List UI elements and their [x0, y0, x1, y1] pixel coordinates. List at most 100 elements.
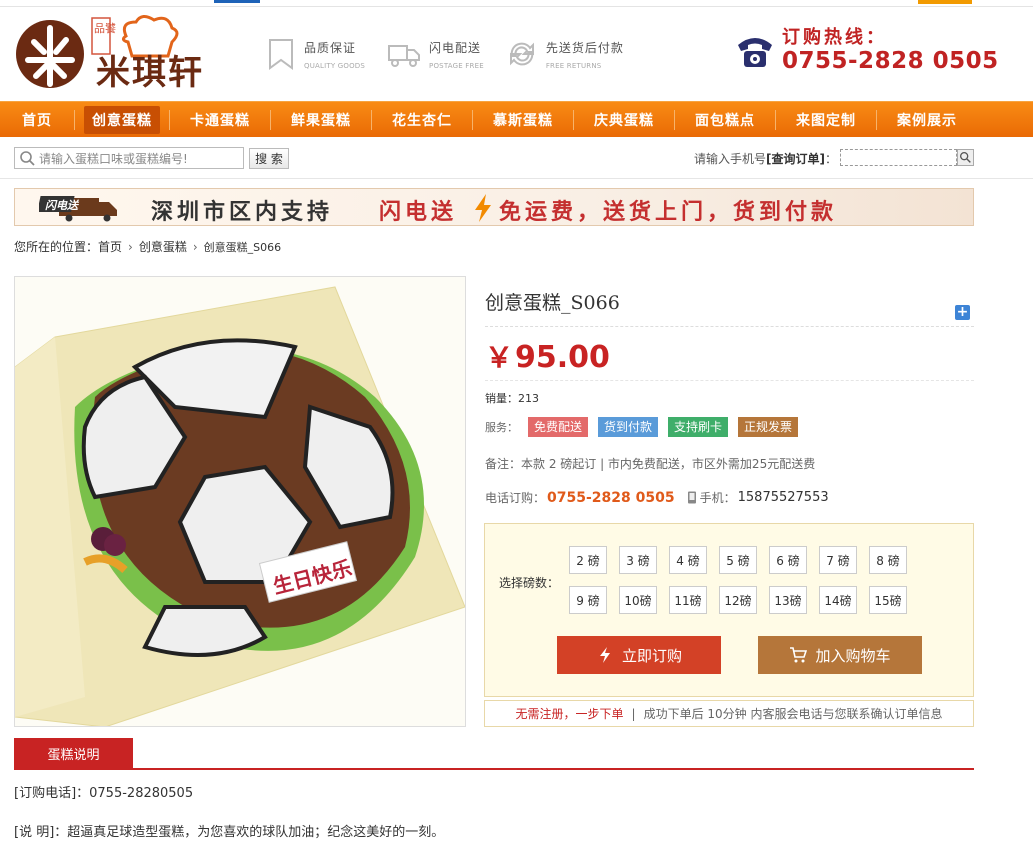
truck-icon	[388, 45, 421, 67]
nav-label: 鲜果蛋糕	[291, 113, 351, 129]
search-button[interactable]: 搜 索	[249, 148, 289, 169]
add-to-cart-label: 加入购物车	[815, 646, 891, 665]
logo-icon: 品饕 米琪轩	[16, 15, 204, 93]
weight-option[interactable]: 5 磅	[719, 546, 757, 574]
nav-label: 来图定制	[796, 113, 856, 129]
order-query-strong: [查询订单]	[766, 152, 825, 166]
weight-option[interactable]: 8 磅	[869, 546, 907, 574]
site-logo[interactable]: 品饕 米琪轩	[14, 14, 224, 94]
feature-label: 品质保证	[304, 40, 357, 55]
lightning-icon	[475, 194, 491, 222]
hotline: 订购热线： 0755-2828 0505	[736, 28, 999, 74]
nav-item-fruit-cake[interactable]: 鲜果蛋糕	[271, 102, 371, 138]
product-image[interactable]: 生日快乐	[14, 276, 466, 727]
chevron-right-icon: ›	[192, 239, 198, 254]
weight-option[interactable]: 11磅	[669, 586, 707, 614]
divider	[485, 326, 974, 327]
nav-item-creative-cake[interactable]: 创意蛋糕	[75, 102, 169, 138]
nav-item-peanut-almond[interactable]: 花生杏仁	[372, 102, 472, 138]
price-value: 95.00	[515, 340, 610, 375]
tab-cake-description[interactable]: 蛋糕说明	[14, 738, 133, 768]
breadcrumb-home[interactable]: 首页	[98, 238, 122, 255]
buy-now-button[interactable]: 立即订购	[557, 636, 721, 674]
mobile-label: 手机：	[699, 491, 736, 505]
order-query-search-icon[interactable]	[957, 149, 974, 166]
top-strip	[0, 0, 1033, 7]
nav-item-celebration-cake[interactable]: 庆典蛋糕	[574, 102, 674, 138]
weight-label: 选择磅数：	[499, 576, 560, 590]
tab-underline	[14, 768, 974, 770]
breadcrumb-category[interactable]: 创意蛋糕	[139, 238, 187, 255]
feature-delivery: 闪电配送 POSTAGE FREE	[387, 36, 484, 72]
service-tag: 正规发票	[738, 417, 799, 437]
phone-number: 0755-2828 0505	[547, 489, 675, 506]
order-query-input[interactable]	[840, 149, 957, 166]
nav-label: 首页	[22, 113, 52, 129]
banner-text-3: 免运费，送货上门，货到付款	[499, 200, 838, 225]
nav-label: 慕斯蛋糕	[493, 113, 553, 129]
search-placeholder: 请输入蛋糕口味或蛋糕编号!	[39, 151, 188, 166]
nav-label: 面包糕点	[695, 113, 755, 129]
nav-item-custom[interactable]: 来图定制	[776, 102, 876, 138]
order-note: 备注：本款 2 磅起订 | 市内免费配送，市区外需加25元配送费	[485, 457, 816, 471]
banner-text-2: 闪电送	[379, 200, 458, 225]
phone-order: 电话订购： 0755-2828 0505 手机： 15875527553	[485, 489, 829, 506]
add-to-cart-button[interactable]: 加入购物车	[758, 636, 922, 674]
weight-option[interactable]: 10磅	[619, 586, 657, 614]
weight-option[interactable]: 13磅	[769, 586, 807, 614]
logo-name: 米琪轩	[96, 53, 204, 93]
chef-hat-icon	[121, 15, 179, 58]
weight-option[interactable]: 2 磅	[569, 546, 607, 574]
description-phone: [订购电话]：0755-28280505	[14, 786, 194, 801]
cart-icon	[790, 647, 808, 663]
service-label: 服务：	[485, 421, 518, 434]
feature-sublabel: QUALITY GOODS	[304, 61, 366, 70]
nav-item-home[interactable]: 首页	[0, 102, 74, 138]
weight-option[interactable]: 3 磅	[619, 546, 657, 574]
tip-highlight: 无需注册，一步下单	[515, 707, 624, 721]
share-plus-icon[interactable]: +	[955, 305, 970, 320]
order-query-label: 请输入手机号[查询订单]：	[694, 150, 837, 167]
bookmark-icon	[269, 39, 293, 70]
hotline-number: 0755-2828 0505	[782, 48, 999, 74]
weight-option[interactable]: 4 磅	[669, 546, 707, 574]
search-input[interactable]: 请输入蛋糕口味或蛋糕编号!	[14, 147, 244, 169]
buy-now-label: 立即订购	[621, 646, 682, 665]
feature-sublabel: FREE RETURNS	[545, 61, 602, 70]
divider	[485, 380, 974, 381]
weight-option[interactable]: 9 磅	[569, 586, 607, 614]
nav-item-cartoon-cake[interactable]: 卡通蛋糕	[170, 102, 270, 138]
product-title: 创意蛋糕_S066	[485, 292, 620, 314]
banner-text-1: 深圳市区内支持	[151, 200, 334, 225]
breadcrumb-prefix: 您所在的位置：	[14, 240, 99, 254]
service-tag: 支持刷卡	[668, 417, 729, 437]
mobile-phone-icon	[687, 491, 696, 504]
nav-label: 创意蛋糕	[84, 106, 160, 134]
nav-label: 卡通蛋糕	[190, 113, 250, 129]
chevron-right-icon: ›	[128, 239, 133, 254]
hotline-label: 订购热线：	[782, 27, 887, 48]
weight-option[interactable]: 15磅	[869, 586, 907, 614]
nav-item-mousse-cake[interactable]: 慕斯蛋糕	[473, 102, 573, 138]
divider	[0, 178, 1033, 179]
soccer-cake-image: 生日快乐	[15, 277, 465, 726]
mobile-number: 15875527553	[737, 490, 829, 505]
phone-label: 电话订购：	[485, 491, 546, 505]
weight-option[interactable]: 6 磅	[769, 546, 807, 574]
nav-item-cases[interactable]: 案例展示	[877, 102, 977, 138]
weight-option[interactable]: 14磅	[819, 586, 857, 614]
top-strip-accent	[214, 0, 260, 3]
nav-label: 花生杏仁	[392, 113, 452, 129]
delivery-truck-icon: 闪电送	[39, 196, 117, 222]
feature-label: 闪电配送	[429, 40, 482, 55]
weight-selector: 选择磅数： 2 磅 3 磅 4 磅 5 磅 6 磅 7 磅 8 磅 9 磅 10…	[484, 523, 974, 697]
feature-label: 先送货后付款	[545, 40, 624, 55]
weight-option[interactable]: 7 磅	[819, 546, 857, 574]
order-query-prefix: 请输入手机号	[694, 152, 767, 166]
price-currency: ￥	[485, 341, 514, 374]
search-icon	[20, 151, 35, 166]
nav-item-bread-pastry[interactable]: 面包糕点	[675, 102, 775, 138]
promo-banner[interactable]: 闪电送 深圳市区内支持 闪电送 免运费，送货上门，货到付款	[14, 188, 974, 226]
description-text: [说 明]：超逼真足球造型蛋糕，为您喜欢的球队加油；纪念这美好的一刻。	[14, 825, 445, 840]
weight-option[interactable]: 12磅	[719, 586, 757, 614]
